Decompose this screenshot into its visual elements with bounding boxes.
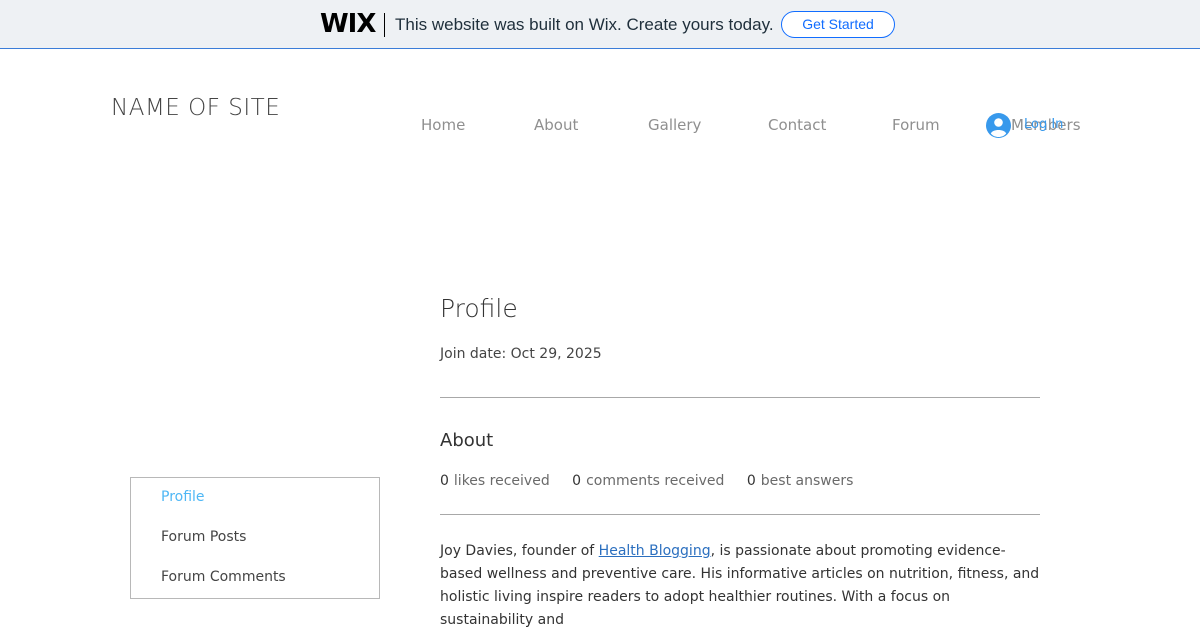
nav-item-about[interactable]: About xyxy=(534,116,578,134)
side-menu-forum-comments[interactable]: Forum Comments xyxy=(161,569,286,585)
wix-promo-banner: WIX This website was built on Wix. Creat… xyxy=(0,0,1200,49)
banner-message: This website was built on Wix. Create yo… xyxy=(395,15,774,34)
bio-text: Joy Davies, founder of Health Blogging, … xyxy=(440,543,1040,628)
side-menu-profile[interactable]: Profile xyxy=(161,489,205,505)
nav-item-home[interactable]: Home xyxy=(421,116,465,134)
profile-title: Profile xyxy=(440,294,518,323)
banner-divider xyxy=(384,13,385,37)
site-name[interactable]: NAME OF SITE xyxy=(111,95,280,121)
side-menu-forum-posts[interactable]: Forum Posts xyxy=(161,529,246,545)
best-answers-stat: 0 best answers xyxy=(746,473,854,489)
divider xyxy=(440,514,1040,515)
profile-side-menu: Profile Forum Posts Forum Comments xyxy=(130,477,380,599)
join-date: Join date: Oct 29, 2025 xyxy=(440,346,602,362)
comments-received-stat: 0 comments received xyxy=(572,473,725,489)
likes-received-stat: 0 likes received xyxy=(440,473,550,489)
about-heading: About xyxy=(440,430,494,451)
nav-item-gallery[interactable]: Gallery xyxy=(648,116,701,134)
get-started-button[interactable]: Get Started xyxy=(781,11,895,38)
profile-stats: 0 likes received 0 comments received 0 best… xyxy=(440,473,871,489)
divider xyxy=(440,397,1040,398)
nav-item-forum[interactable]: Forum xyxy=(892,116,940,134)
health-blogging-link[interactable]: Health Blogging xyxy=(599,543,711,559)
wix-logo[interactable]: WIX xyxy=(320,9,376,39)
login-label: Log In xyxy=(1024,117,1064,132)
user-avatar-icon xyxy=(986,113,1011,138)
nav-item-contact[interactable]: Contact xyxy=(768,116,826,134)
